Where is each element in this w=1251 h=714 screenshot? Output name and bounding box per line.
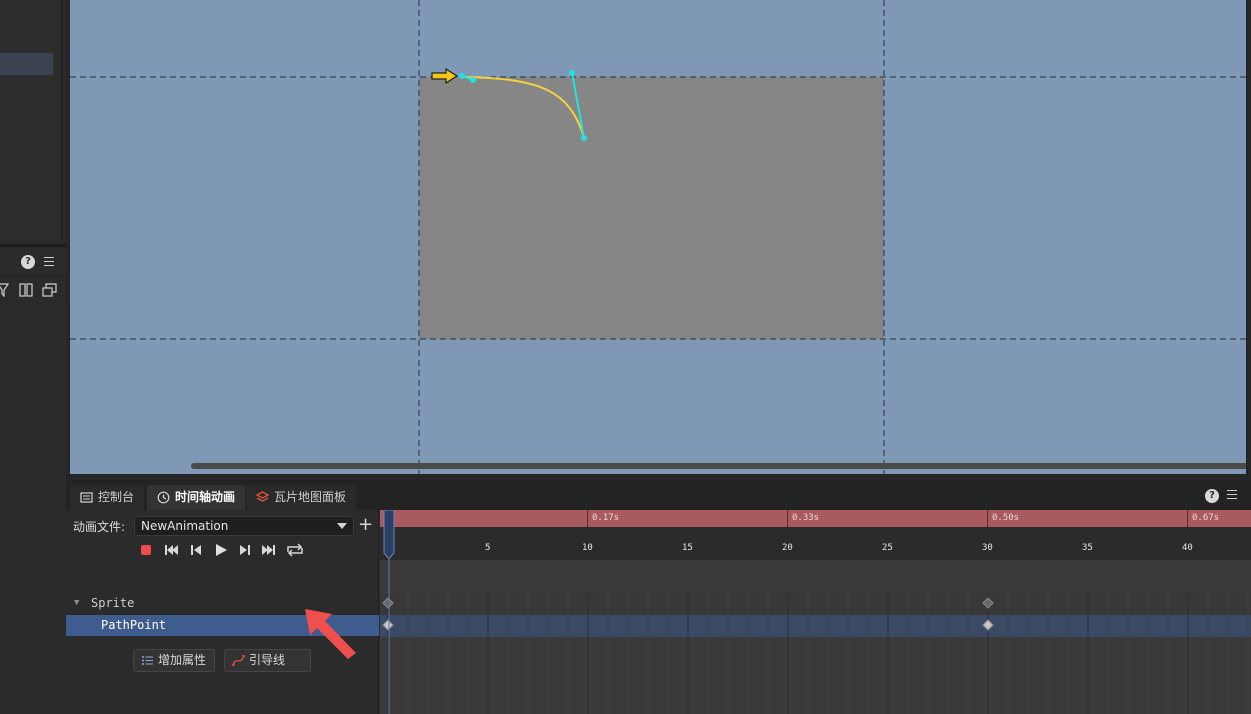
time-marker-0.17s: 0.17s — [587, 510, 787, 527]
stage-rectangle[interactable] — [419, 77, 884, 339]
left-sidebar: ? — [0, 0, 66, 714]
tab-console[interactable]: 控制台 — [70, 485, 145, 510]
bottom-panel: 控制台 时间轴动画 瓦片地图面板 ? 动画文件: NewAnimation + — [66, 480, 1251, 714]
time-label: 0.33s — [792, 513, 820, 523]
path-anchor-point[interactable] — [459, 73, 465, 79]
skip-to-end-icon[interactable] — [260, 541, 278, 559]
scene-viewport[interactable] — [70, 0, 1246, 474]
play-icon[interactable] — [212, 541, 230, 559]
filter-icon[interactable] — [0, 283, 9, 297]
tab-tilemap-panel[interactable]: 瓦片地图面板 — [246, 485, 357, 510]
layers-icon — [256, 491, 269, 502]
guide-line-label: 引导线 — [249, 653, 286, 667]
inspector-body — [0, 304, 66, 474]
annotation-arrow-icon — [305, 609, 356, 659]
guide-path-icon — [232, 654, 245, 667]
sprite-label: Sprite — [91, 596, 135, 610]
copy-windows-icon[interactable] — [42, 283, 57, 297]
scene-horizontal-scrollbar[interactable] — [191, 463, 1246, 469]
inspector-toolbar — [0, 278, 66, 304]
left-bottom-area — [0, 480, 66, 714]
time-marker-0.67s: 0.67s — [1187, 510, 1251, 527]
playhead-marker[interactable] — [383, 510, 395, 714]
editor-window: ? 控制台 时间轴动画 瓦片地图面板 ? 动画文件: NewAnimation … — [0, 0, 1251, 714]
skip-to-start-icon[interactable] — [163, 541, 181, 559]
frame-tick: 20 — [782, 543, 793, 553]
tab-console-label: 控制台 — [98, 490, 135, 504]
add-animation-button[interactable]: + — [358, 515, 373, 535]
hierarchy-panel — [0, 0, 62, 240]
frame-tick: 35 — [1082, 543, 1093, 553]
frame-tick: 25 — [882, 543, 893, 553]
path-anchor-point[interactable] — [581, 135, 587, 141]
timeline-area[interactable]: 0.17s 0.33s 0.50s 0.67s 0 5 10 15 20 25 … — [380, 510, 1251, 714]
chevron-down-icon — [337, 523, 347, 529]
time-label: 0.67s — [1192, 513, 1220, 523]
pathpoint-label: PathPoint — [101, 618, 167, 632]
anim-file-value: NewAnimation — [141, 519, 229, 533]
frame-tick: 5 — [485, 543, 491, 553]
add-property-label: 增加属性 — [158, 653, 207, 667]
path-control-point[interactable] — [470, 77, 476, 83]
expand-triangle-icon[interactable]: ▼ — [74, 593, 79, 614]
path-control-point[interactable] — [569, 70, 575, 76]
loop-icon[interactable] — [284, 541, 306, 559]
scene-border-right — [1246, 0, 1251, 478]
anim-file-label: 动画文件: — [73, 520, 126, 534]
hierarchy-selected-row[interactable] — [0, 53, 53, 75]
frame-tick: 30 — [982, 543, 993, 553]
list-icon — [142, 656, 153, 665]
panel-tabbar: 控制台 时间轴动画 瓦片地图面板 ? — [66, 480, 1251, 510]
tab-timeline-label: 时间轴动画 — [175, 490, 236, 504]
tab-tilemap-label: 瓦片地图面板 — [274, 490, 347, 504]
time-marker-0.50s: 0.50s — [987, 510, 1187, 527]
add-property-button[interactable]: 增加属性 — [133, 649, 216, 672]
prev-frame-icon[interactable] — [188, 541, 206, 559]
inspector-header: ? — [0, 247, 66, 277]
help-icon[interactable]: ? — [1205, 489, 1219, 503]
split-view-icon[interactable] — [19, 283, 33, 297]
time-marker-0.33s: 0.33s — [787, 510, 987, 527]
guide-line-button[interactable]: 引导线 — [224, 649, 311, 672]
clock-icon — [157, 491, 170, 504]
frame-tick: 40 — [1182, 543, 1193, 553]
anim-file-select[interactable]: NewAnimation — [134, 516, 354, 536]
console-icon — [80, 492, 93, 503]
help-icon[interactable]: ? — [21, 255, 35, 269]
time-label: 0.50s — [992, 513, 1020, 523]
record-icon[interactable] — [138, 541, 156, 559]
menu-icon[interactable] — [1227, 490, 1237, 500]
track-area[interactable] — [380, 560, 1251, 714]
frame-ruler[interactable]: 0 5 10 15 20 25 30 35 40 — [380, 527, 1251, 560]
time-seconds-bar: 0.17s 0.33s 0.50s 0.67s — [380, 510, 1251, 527]
menu-icon[interactable] — [44, 257, 54, 267]
frame-tick: 15 — [682, 543, 693, 553]
tab-timeline-animation[interactable]: 时间轴动画 — [147, 485, 246, 510]
scene-canvas-svg[interactable] — [70, 0, 1246, 474]
frame-tick: 10 — [582, 543, 593, 553]
timeline-grid — [387, 593, 1249, 714]
next-frame-icon[interactable] — [236, 541, 254, 559]
time-label: 0.17s — [592, 513, 620, 523]
